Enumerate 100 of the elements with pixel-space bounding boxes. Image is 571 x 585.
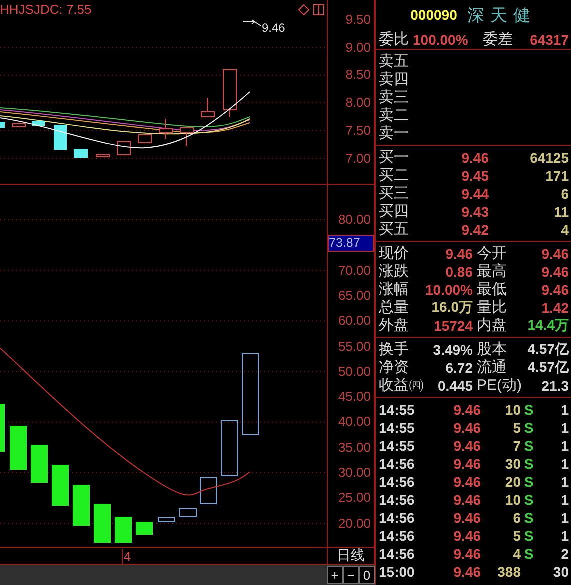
bid-price: 9.43 xyxy=(460,204,489,220)
trade-side: S xyxy=(523,546,535,562)
bid-label: 买五 xyxy=(379,220,410,239)
field-value: 3.49% xyxy=(432,342,473,358)
field-value: 6.72 xyxy=(444,360,473,376)
trade-time: 14:56 xyxy=(379,528,416,544)
field-label: 今开 xyxy=(476,244,508,263)
field-label: 总量 xyxy=(379,298,410,317)
indicator-bar xyxy=(94,504,111,543)
field-label: 涨幅 xyxy=(379,280,410,299)
trade-count: 1 xyxy=(560,420,569,436)
trade-side: S xyxy=(523,456,535,472)
candle xyxy=(201,98,215,118)
diamond-icon[interactable] xyxy=(298,4,310,16)
field-label: 量比 xyxy=(476,298,508,317)
trade-side: S xyxy=(523,510,535,526)
field-label: 内盘 xyxy=(476,316,508,335)
axis-label: 65.00 xyxy=(338,288,371,303)
trade-time: 14:55 xyxy=(379,438,416,454)
candle xyxy=(96,154,110,158)
trade-side: S xyxy=(523,402,535,418)
trade-time: 14:56 xyxy=(379,510,416,526)
axis-label: 70.00 xyxy=(338,264,371,278)
stock-name: 深天健 xyxy=(467,4,536,26)
candle xyxy=(117,142,131,156)
trade-count: 1 xyxy=(560,456,569,472)
axis-label: 60.00 xyxy=(338,314,371,328)
indicator-bar xyxy=(200,478,217,504)
trade-count: 1 xyxy=(560,492,569,508)
axis-label: 30.00 xyxy=(338,466,371,480)
ask-label: 卖二 xyxy=(379,106,410,125)
axis-label: 40.00 xyxy=(338,415,371,430)
field-value: 15724 xyxy=(433,318,473,334)
axis-label: 9.00 xyxy=(346,40,371,55)
trade-time: 14:56 xyxy=(379,492,416,508)
field-label: 流通 xyxy=(476,358,508,377)
trade-side: S xyxy=(523,528,535,544)
bid-volume: 4 xyxy=(560,222,569,238)
axis-label: 8.50 xyxy=(346,68,371,82)
field-label: 最低 xyxy=(476,280,508,299)
ask-label: 卖四 xyxy=(379,70,410,89)
bid-price: 9.42 xyxy=(460,222,489,238)
candle xyxy=(0,122,5,128)
trade-volume: 7 xyxy=(512,438,521,454)
bid-volume: 171 xyxy=(544,168,569,184)
trade-volume: 5 xyxy=(512,528,521,544)
field-label: 涨跌 xyxy=(379,262,410,281)
trade-side: S xyxy=(523,438,535,454)
trade-count: 30 xyxy=(552,564,569,580)
zoom-button[interactable]: − xyxy=(343,566,359,584)
bid-price: 9.46 xyxy=(460,150,489,166)
bid-label: 买四 xyxy=(379,202,410,221)
trade-price: 9.46 xyxy=(452,510,481,526)
scroll-bar[interactable] xyxy=(0,565,327,585)
candle xyxy=(223,70,237,118)
trade-time: 14:56 xyxy=(379,456,416,472)
field-value: 9.46 xyxy=(540,282,569,298)
trade-price: 9.46 xyxy=(452,420,481,436)
trade-volume: 6 xyxy=(512,510,521,526)
indicator-bar xyxy=(136,522,153,535)
field-label: PE(动) xyxy=(476,376,521,395)
indicator-bar xyxy=(221,420,238,476)
zoom-button[interactable]: 0 xyxy=(359,566,375,584)
trade-volume: 10 xyxy=(504,402,521,418)
bid-price: 9.44 xyxy=(460,186,489,202)
date-label: 4 xyxy=(122,549,132,564)
indicator-bar xyxy=(0,404,5,452)
candle xyxy=(159,118,173,140)
trade-price: 9.46 xyxy=(452,456,481,472)
zoom-button[interactable]: + xyxy=(327,566,343,584)
field-label: 股本 xyxy=(476,340,508,359)
candle xyxy=(54,125,67,150)
current-value-tag: 73.87 xyxy=(328,235,374,252)
field-label: 换手 xyxy=(379,340,410,359)
axis-label: 55.00 xyxy=(338,340,371,354)
axis-label: 8.00 xyxy=(346,96,371,110)
indicator-bar xyxy=(115,517,132,543)
candle xyxy=(74,149,88,158)
field-value: 0.445 xyxy=(436,378,473,394)
axis-label: 25.00 xyxy=(338,491,371,506)
trade-count: 1 xyxy=(560,402,569,418)
axis-label: 50.00 xyxy=(338,364,371,379)
window-icon[interactable] xyxy=(313,4,325,16)
trade-price: 9.46 xyxy=(452,474,481,490)
candle xyxy=(138,134,152,144)
trade-count: 2 xyxy=(560,546,569,562)
trade-price: 9.46 xyxy=(452,546,481,562)
indicator-bar xyxy=(158,518,175,522)
ask-label: 卖五 xyxy=(379,52,410,71)
trade-volume: 20 xyxy=(504,474,521,490)
axis-label: 45.00 xyxy=(338,390,371,404)
field-value: 9.46 xyxy=(540,246,569,262)
trade-price: 9.46 xyxy=(452,438,481,454)
candle xyxy=(32,121,45,126)
field-value: 4.57亿 xyxy=(526,340,569,358)
field-value: 9.46 xyxy=(540,264,569,280)
field-value: 9.46 xyxy=(444,246,473,262)
field-label: 净资 xyxy=(379,358,410,377)
field-value: 1.42 xyxy=(540,300,569,316)
trade-time: 14:56 xyxy=(379,546,416,562)
